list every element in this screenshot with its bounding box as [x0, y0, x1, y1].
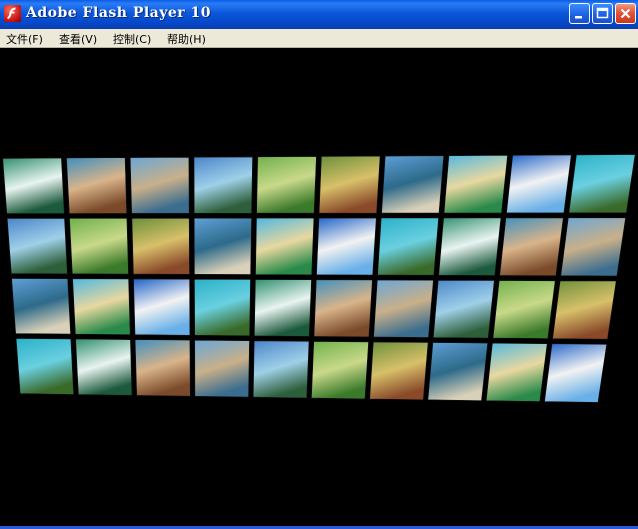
maximize-icon	[596, 7, 609, 19]
photo-tile[interactable]	[133, 278, 191, 336]
minimize-icon	[575, 16, 582, 19]
photo-tile[interactable]	[256, 156, 317, 214]
title-bar[interactable]: Adobe Flash Player 10	[0, 0, 638, 30]
photo-tile[interactable]	[2, 157, 65, 214]
photo-tile[interactable]	[552, 280, 617, 340]
photo-tile[interactable]	[193, 156, 253, 214]
photo-tile[interactable]	[373, 279, 434, 338]
photo-tile[interactable]	[253, 279, 312, 337]
photo-tile[interactable]	[318, 155, 381, 214]
menu-help[interactable]: 帮助(H)	[164, 30, 209, 48]
flash-stage[interactable]	[0, 48, 638, 529]
photo-wall[interactable]	[0, 48, 638, 529]
photo-tile[interactable]	[568, 154, 636, 214]
photo-tile[interactable]	[15, 338, 75, 395]
menu-view[interactable]: 查看(V)	[56, 30, 100, 48]
photo-tile[interactable]	[194, 339, 250, 398]
photo-tile[interactable]	[313, 279, 373, 338]
window-title: Adobe Flash Player 10	[26, 5, 212, 21]
menu-bar: 文件(F) 查看(V) 控制(C) 帮助(H)	[0, 29, 638, 48]
photo-tile[interactable]	[193, 217, 252, 275]
photo-tile[interactable]	[499, 217, 564, 277]
maximize-button[interactable]	[592, 3, 613, 24]
menu-file[interactable]: 文件(F)	[3, 30, 46, 48]
photo-tile[interactable]	[194, 278, 251, 337]
photo-tile[interactable]	[131, 217, 190, 275]
photo-tile[interactable]	[506, 154, 572, 214]
photo-tile[interactable]	[492, 280, 556, 339]
flash-player-window: Adobe Flash Player 10 文件(F) 查看(V) 控制(C) …	[0, 0, 638, 529]
close-icon	[620, 8, 631, 19]
photo-tile[interactable]	[72, 278, 131, 336]
minimize-button[interactable]	[569, 3, 590, 24]
photo-tile[interactable]	[252, 340, 310, 399]
photo-tile[interactable]	[75, 338, 133, 396]
photo-tile[interactable]	[560, 217, 626, 277]
photo-tile[interactable]	[438, 217, 502, 276]
close-button[interactable]	[615, 3, 636, 24]
photo-tile[interactable]	[11, 278, 71, 335]
photo-tile[interactable]	[369, 341, 429, 401]
photo-tile[interactable]	[6, 217, 68, 275]
photo-tile[interactable]	[134, 339, 191, 397]
menu-control[interactable]: 控制(C)	[110, 30, 154, 48]
photo-tile[interactable]	[69, 218, 129, 275]
photo-tile[interactable]	[316, 217, 377, 276]
photo-tile[interactable]	[255, 217, 315, 276]
photo-tile[interactable]	[544, 343, 608, 403]
photo-tile[interactable]	[311, 341, 369, 400]
photo-tile[interactable]	[443, 154, 508, 214]
photo-tile[interactable]	[432, 279, 495, 339]
photo-tile[interactable]	[381, 155, 445, 214]
flash-player-icon[interactable]	[4, 5, 21, 22]
photo-tile[interactable]	[66, 157, 128, 214]
photo-tile[interactable]	[129, 156, 190, 214]
photo-tile[interactable]	[427, 342, 489, 402]
photo-tile[interactable]	[485, 342, 548, 402]
photo-tile[interactable]	[377, 217, 439, 276]
